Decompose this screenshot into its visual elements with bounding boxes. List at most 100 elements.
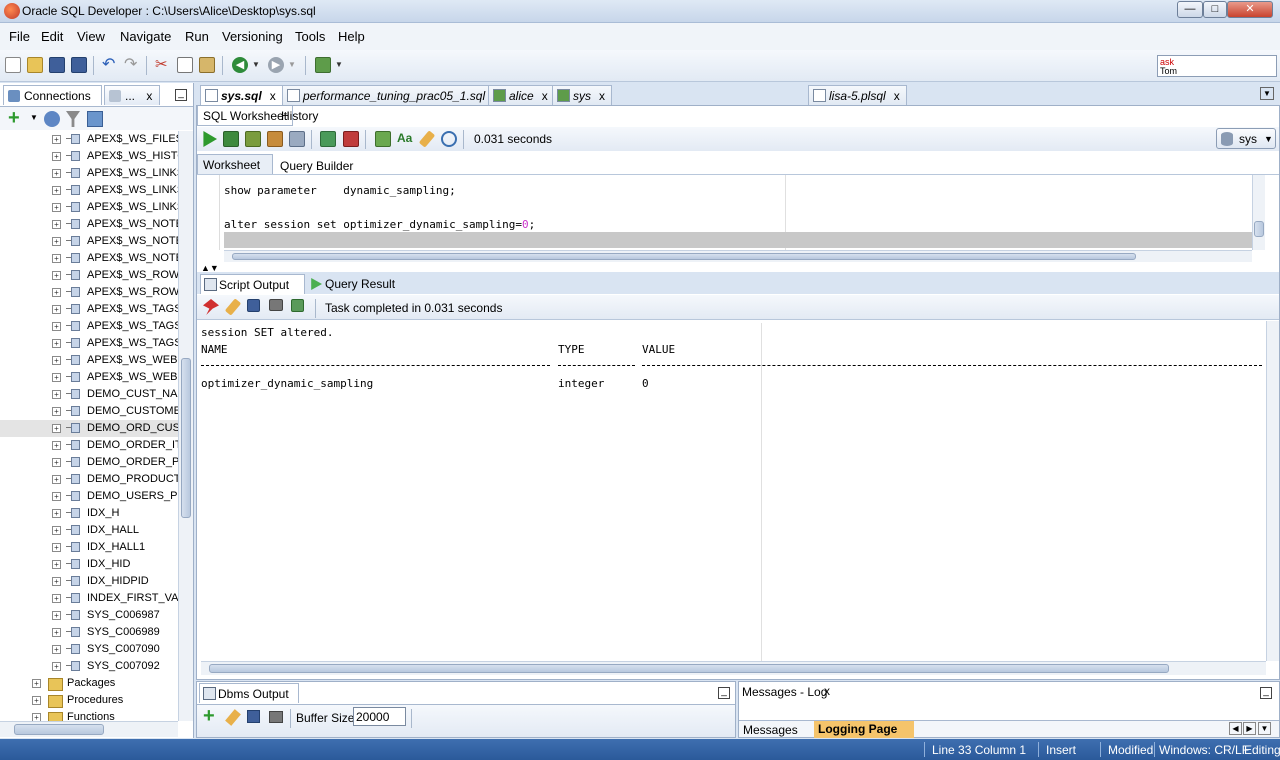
sql-history-icon[interactable] xyxy=(441,131,457,147)
expand-icon[interactable]: + xyxy=(52,424,61,433)
tab-worksheet[interactable]: Worksheet xyxy=(197,154,273,174)
expand-icon[interactable]: + xyxy=(52,509,61,518)
tree-item-index[interactable]: + SYS_C007090 xyxy=(0,641,178,658)
back-icon[interactable]: ◀ xyxy=(232,57,248,73)
editor-tab-close[interactable]: x xyxy=(599,89,605,103)
redo-icon[interactable]: ↷ xyxy=(124,57,140,73)
expand-icon[interactable]: + xyxy=(32,679,41,688)
rollback-icon[interactable] xyxy=(343,131,359,147)
tab-query-result[interactable]: Query Result x xyxy=(307,274,407,305)
paste-icon[interactable] xyxy=(199,57,215,73)
tree-item-index[interactable]: + DEMO_ORDER_PK xyxy=(0,454,187,471)
expand-icon[interactable]: + xyxy=(52,186,61,195)
scroll-tabs-left-icon[interactable]: ◀ xyxy=(1229,722,1242,735)
pin-icon[interactable] xyxy=(203,299,219,315)
to-upper-lower-icon[interactable]: Aa xyxy=(397,131,413,147)
print-icon[interactable] xyxy=(269,299,283,311)
save-all-icon[interactable] xyxy=(71,57,87,73)
expand-icon[interactable]: + xyxy=(52,577,61,586)
save-dbms-icon[interactable] xyxy=(247,710,260,723)
clear-dbms-icon[interactable] xyxy=(225,709,241,726)
expand-icon[interactable]: + xyxy=(52,254,61,263)
expand-icon[interactable]: + xyxy=(52,441,61,450)
expand-icon[interactable]: + xyxy=(52,543,61,552)
menu-edit[interactable]: Edit xyxy=(41,29,63,44)
expand-icon[interactable]: + xyxy=(52,526,61,535)
tree-item-index[interactable]: + SYS_C006989 xyxy=(0,624,178,641)
tree-item-index[interactable]: + APEX$_WS_TAGS_ xyxy=(0,301,188,318)
expand-icon[interactable]: + xyxy=(52,305,61,314)
tree-item-index[interactable]: + APEX$_WS_LINKS_ xyxy=(0,165,190,182)
menu-run[interactable]: Run xyxy=(185,29,209,44)
expand-icon[interactable]: + xyxy=(52,662,61,671)
enable-dbms-icon[interactable]: + xyxy=(203,706,215,726)
tree-item-index[interactable]: + APEX$_WS_TAGS_ xyxy=(0,318,188,335)
save-icon[interactable] xyxy=(49,57,65,73)
refresh-icon[interactable] xyxy=(44,111,60,127)
tree-item-index[interactable]: + APEX$_WS_NOTES xyxy=(0,216,190,233)
menu-tools[interactable]: Tools xyxy=(295,29,325,44)
expand-icon[interactable]: + xyxy=(52,152,61,161)
tree-item-index[interactable]: + DEMO_USERS_PK xyxy=(0,488,185,505)
editor-tab-3[interactable]: sys x xyxy=(552,85,612,105)
tree-item-index[interactable]: + DEMO_PRODUCT_ xyxy=(0,471,187,488)
tree-horizontal-scrollbar[interactable] xyxy=(0,721,178,737)
menu-navigate[interactable]: Navigate xyxy=(120,29,171,44)
tab-dbms-output[interactable]: Dbms Output x xyxy=(199,683,299,715)
expand-icon[interactable]: + xyxy=(52,237,61,246)
tree-item-index[interactable]: + IDX_HALL1 xyxy=(0,539,178,556)
tree-item-index[interactable]: + IDX_HALL xyxy=(0,522,178,539)
minimize-log-icon[interactable]: _ xyxy=(1260,687,1272,699)
expand-icon[interactable]: + xyxy=(52,220,61,229)
expand-icon[interactable]: + xyxy=(52,339,61,348)
output-vertical-scrollbar[interactable] xyxy=(1266,321,1279,661)
expand-icon[interactable]: + xyxy=(52,628,61,637)
tree-item-index[interactable]: + SYS_C006987 xyxy=(0,607,178,624)
expand-icon[interactable]: + xyxy=(52,356,61,365)
editor-tab-2[interactable]: alice x xyxy=(488,85,555,105)
editor-tab-close[interactable]: x xyxy=(270,89,276,103)
expand-icon[interactable]: + xyxy=(52,560,61,569)
maximize-button[interactable]: □ xyxy=(1203,1,1227,18)
tree-item-index[interactable]: + INDEX_FIRST_VAL xyxy=(0,590,185,607)
expand-icon[interactable]: + xyxy=(52,611,61,620)
tree-item-index[interactable]: + APEX$_WS_ROWS xyxy=(0,267,187,284)
tree-item-index[interactable]: + APEX$_WS_HISTO xyxy=(0,148,186,165)
print-dbms-icon[interactable] xyxy=(269,711,283,723)
buffer-size-input[interactable] xyxy=(353,707,406,726)
tree-item-index[interactable]: + DEMO_ORD_CUST xyxy=(0,420,187,437)
commit-icon[interactable] xyxy=(320,131,336,147)
menu-versioning[interactable]: Versioning xyxy=(222,29,283,44)
editor-tab-0[interactable]: sys.sql x xyxy=(200,85,283,105)
minimize-dbms-icon[interactable]: _ xyxy=(718,687,730,699)
tab-connections[interactable]: Connections x xyxy=(3,85,102,117)
sql-editor[interactable]: show parameter dynamic_sampling; alter s… xyxy=(197,174,1279,262)
tree-item-index[interactable]: + IDX_H xyxy=(0,505,178,522)
sql-dropdown-icon[interactable]: ▼ xyxy=(335,57,351,73)
tree-item-index[interactable]: + APEX$_WS_LINKS_ xyxy=(0,182,190,199)
undo-icon[interactable]: ↶ xyxy=(102,57,118,73)
tab-logging-page[interactable]: Logging Page x xyxy=(814,721,914,750)
messages-log-close[interactable]: x xyxy=(824,684,830,698)
expand-icon[interactable]: + xyxy=(52,407,61,416)
tree-item-index[interactable]: + DEMO_CUST_NAM xyxy=(0,386,187,403)
tree-vertical-scrollbar[interactable] xyxy=(178,131,193,721)
copy-icon[interactable] xyxy=(177,57,193,73)
forward-dropdown-icon[interactable]: ▼ xyxy=(288,57,304,73)
expand-icon[interactable]: + xyxy=(52,475,61,484)
tree-folder-packages[interactable]: + Packages xyxy=(0,675,178,692)
tab-history[interactable]: History xyxy=(276,106,323,126)
autotrace-icon[interactable] xyxy=(245,131,261,147)
unshared-sql-icon[interactable] xyxy=(375,131,391,147)
run-script-icon[interactable] xyxy=(223,131,239,147)
explain-plan-icon[interactable] xyxy=(267,131,283,147)
expand-icon[interactable]: + xyxy=(52,271,61,280)
tab-reports-close[interactable]: x xyxy=(146,89,152,103)
menu-view[interactable]: View xyxy=(77,29,105,44)
editor-tab-4[interactable]: lisa-5.plsql x xyxy=(808,85,907,105)
scroll-tabs-right-icon[interactable]: ▶ xyxy=(1243,722,1256,735)
tree-item-index[interactable]: + APEX$_WS_ROWS xyxy=(0,284,187,301)
expand-icon[interactable]: + xyxy=(52,169,61,178)
clear-output-icon[interactable] xyxy=(224,298,242,316)
tree-item-index[interactable]: + DEMO_ORDER_ITE xyxy=(0,437,189,454)
